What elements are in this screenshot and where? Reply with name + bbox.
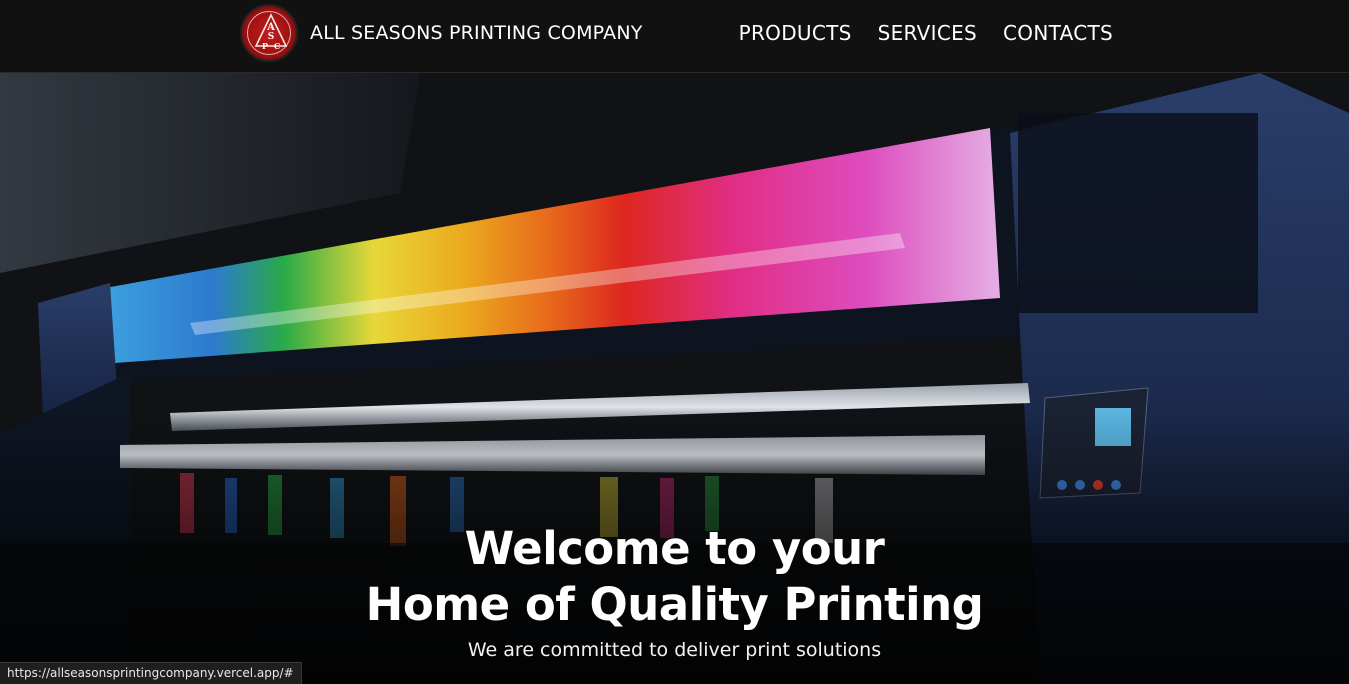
hero-section: Welcome to your Home of Quality Printing… <box>0 73 1349 684</box>
brand[interactable]: A S P C ALL SEASONS PRINTING COMPANY <box>240 4 643 62</box>
company-logo[interactable]: A S P C <box>240 4 298 62</box>
hero-text: Welcome to your Home of Quality Printing… <box>0 521 1349 661</box>
nav-link-contacts[interactable]: CONTACTS <box>1003 21 1113 45</box>
status-bar-url: https://allseasonsprintingcompany.vercel… <box>0 662 302 684</box>
logo-letter-c: C <box>274 41 280 51</box>
brand-name[interactable]: ALL SEASONS PRINTING COMPANY <box>310 22 643 44</box>
navbar: A S P C ALL SEASONS PRINTING COMPANY PRO… <box>0 0 1349 73</box>
nav-link-services[interactable]: SERVICES <box>878 21 977 45</box>
hero-title-line2: Home of Quality Printing <box>365 578 984 631</box>
main-nav: PRODUCTS SERVICES CONTACTS <box>739 0 1113 66</box>
nav-link-products[interactable]: PRODUCTS <box>739 21 852 45</box>
logo-letter-p: P <box>262 41 268 51</box>
hero-subtitle: We are committed to deliver print soluti… <box>467 639 882 661</box>
logo-emblem: A S P C <box>254 13 288 51</box>
hero-title: Welcome to your Home of Quality Printing <box>0 521 1349 633</box>
hero-title-line1: Welcome to your <box>464 522 885 575</box>
